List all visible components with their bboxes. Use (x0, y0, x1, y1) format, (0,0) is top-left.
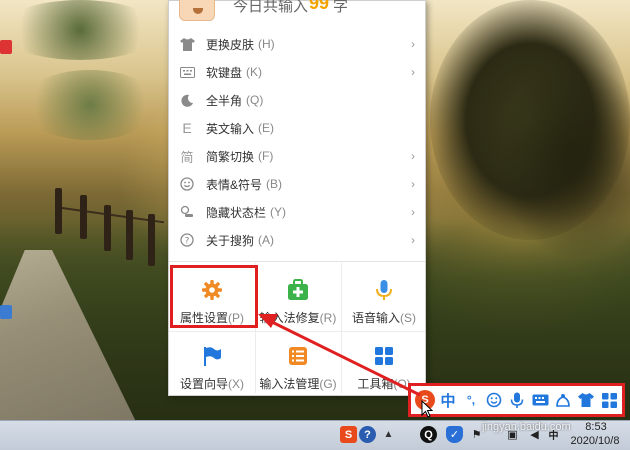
daily-input-count: 99 (309, 0, 330, 13)
menu-item-shortcut: (A) (258, 233, 275, 247)
menu-item-shortcut: (B) (266, 177, 283, 191)
moon-icon (179, 92, 195, 108)
tile-label: 语音输入 (351, 311, 400, 325)
flag-icon (201, 345, 223, 367)
menu-item-label: 软键盘 (206, 65, 243, 80)
menu-item-full-half-width[interactable]: 全半角 (Q) (169, 86, 425, 114)
svg-text:?: ? (185, 237, 190, 247)
chevron-right-icon: › (411, 37, 415, 51)
menu-item-shortcut: (E) (258, 121, 275, 135)
keyboard-icon[interactable] (530, 390, 550, 410)
menu-item-simplified-traditional[interactable]: 简 简繁切换 (F) › (169, 142, 425, 170)
jian-icon: 简 (180, 149, 194, 165)
microphone-icon (373, 279, 395, 301)
menu-item-shortcut: (F) (258, 149, 274, 163)
tile-label: 属性设置 (179, 311, 228, 325)
desktop-icon-fragment[interactable] (0, 305, 12, 319)
menu-item-label: 关于搜狗 (206, 233, 255, 248)
shirt-icon (179, 36, 195, 52)
tile-label: 输入法管理 (259, 377, 320, 391)
smiley-icon (179, 176, 195, 192)
chinese-mode-toggle[interactable]: 中 (438, 390, 458, 410)
menu-item-soft-keyboard[interactable]: 软键盘 (K) › (169, 58, 425, 86)
show-hidden-icons-button[interactable]: ▲ (380, 426, 397, 443)
smiley-icon[interactable] (484, 390, 504, 410)
chevron-right-icon: › (411, 149, 415, 163)
tree-foliage (0, 0, 160, 60)
menu-item-shortcut: (Y) (270, 205, 287, 219)
help-tray-icon[interactable]: ? (359, 426, 376, 443)
tile-label: 输入法修复 (259, 311, 320, 325)
menu-item-change-skin[interactable]: 更换皮肤 (H) › (169, 30, 425, 58)
menu-item-shortcut: (H) (258, 37, 275, 51)
menu-item-label: 全半角 (206, 93, 243, 108)
desktop-icon-fragment[interactable] (0, 40, 12, 54)
gear-icon (201, 279, 223, 301)
menu-item-label: 英文输入 (206, 121, 255, 136)
punctuation-toggle[interactable]: °, (461, 390, 481, 410)
sogou-tray-icon[interactable]: S (340, 426, 357, 443)
shield-icon[interactable]: ✓ (446, 426, 463, 443)
avatar[interactable] (179, 0, 215, 21)
toolbox-icon (373, 345, 395, 367)
menu-item-label: 表情&符号 (206, 177, 263, 192)
tile-label: 设置向导 (179, 377, 228, 391)
fence-post (104, 205, 111, 251)
menu-item-english-input[interactable]: E 英文输入 (E) (169, 114, 425, 142)
keyboard-icon (179, 64, 195, 80)
tile-label: 工具箱 (357, 377, 394, 391)
tile-shortcut: (X) (228, 377, 244, 391)
menu-item-emoji-symbols[interactable]: 表情&符号 (B) › (169, 170, 425, 198)
menu-item-shortcut: (Q) (246, 93, 264, 107)
tile-shortcut: (P) (228, 311, 244, 325)
chevron-right-icon: › (411, 65, 415, 79)
menu-item-shortcut: (K) (246, 65, 263, 79)
menu-items: 更换皮肤 (H) › 软键盘 (K) › 全半角 (Q) E 英文输入 (E) … (169, 30, 425, 254)
chevron-right-icon: › (411, 233, 415, 247)
watermark-text: jingyan.baidu.com (482, 421, 571, 433)
tile-setup-wizard[interactable]: 设置向导(X) (169, 333, 255, 395)
menu-divider (169, 261, 425, 262)
menu-header: 今日共输入 99 字 (169, 0, 425, 25)
fence-post (55, 188, 62, 234)
tile-shortcut: (O) (393, 377, 411, 391)
daily-input-unit: 字 (333, 0, 349, 15)
tile-shortcut: (G) (319, 377, 337, 391)
menu-item-hide-statusbar[interactable]: 隐藏状态栏 (Y) › (169, 198, 425, 226)
menu-item-label: 隐藏状态栏 (206, 205, 267, 220)
menu-item-label: 更换皮肤 (206, 37, 255, 52)
tile-shortcut: (R) (319, 311, 337, 325)
tile-shortcut: (S) (400, 311, 416, 325)
question-icon: ? (179, 232, 195, 248)
hide-statusbar-icon (179, 204, 195, 220)
fence-post (148, 214, 155, 266)
ime-context-menu: 今日共输入 99 字 更换皮肤 (H) › 软键盘 (K) › 全半角 (Q) (168, 0, 426, 396)
letter-e-icon: E (182, 120, 192, 136)
chevron-right-icon: › (411, 205, 415, 219)
chevron-right-icon: › (411, 177, 415, 191)
fence-post (126, 210, 133, 260)
skin-icon[interactable] (553, 390, 573, 410)
tile-voice-input[interactable]: 语音输入(S) (341, 267, 427, 329)
clock-date[interactable]: 2020/10/8 (562, 435, 628, 447)
microphone-icon[interactable] (507, 390, 527, 410)
tile-ime-management[interactable]: 输入法管理(G) (255, 333, 341, 395)
daily-input-label: 今日共输入 (233, 0, 309, 15)
tile-divider (169, 331, 425, 332)
fence-post (80, 195, 87, 239)
clock-time[interactable]: 8:53 (566, 421, 626, 433)
grid-icon[interactable] (599, 390, 619, 410)
tile-ime-repair[interactable]: 输入法修复(R) (255, 267, 341, 329)
mouse-cursor-icon (421, 400, 433, 418)
ime-status-bar[interactable]: S 中 °, (411, 386, 622, 414)
tree-foliage (20, 70, 160, 140)
repair-kit-icon (287, 279, 309, 301)
qq-tray-icon[interactable]: Q (420, 426, 437, 443)
tile-properties-settings[interactable]: 属性设置(P) (169, 267, 255, 329)
ime-manage-icon (287, 345, 309, 367)
menu-item-label: 简繁切换 (206, 149, 255, 164)
menu-item-about-sogou[interactable]: ? 关于搜狗 (A) › (169, 226, 425, 254)
shirt-icon[interactable] (576, 390, 596, 410)
